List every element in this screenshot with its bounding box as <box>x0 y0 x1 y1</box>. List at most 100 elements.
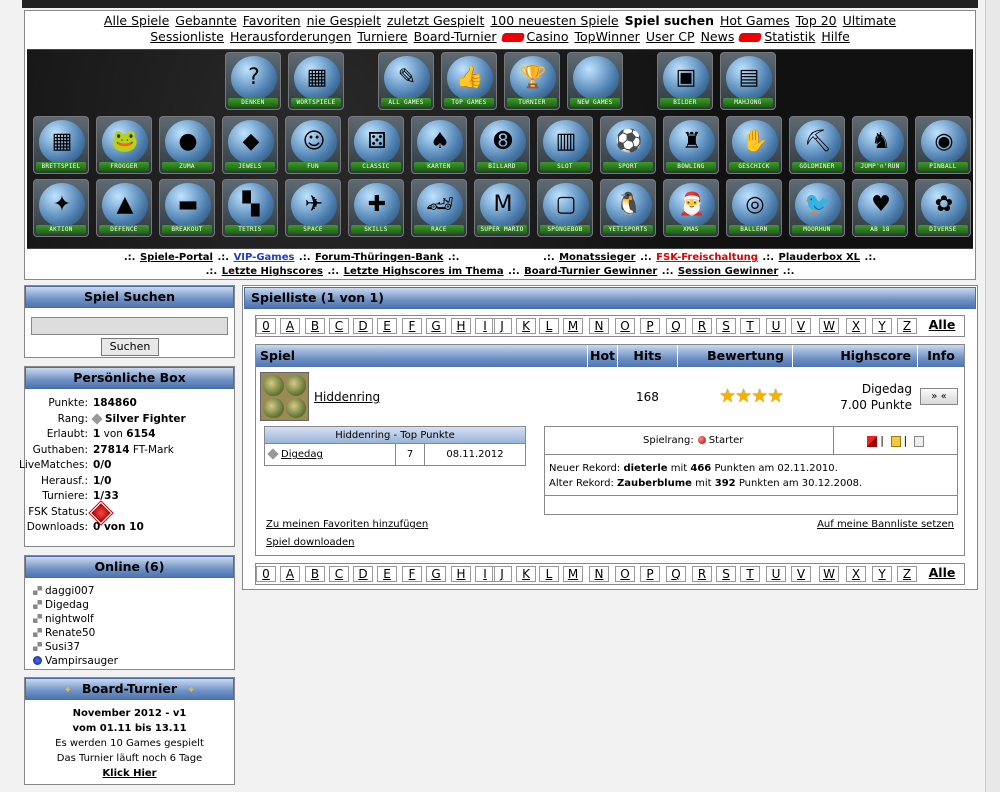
game-category-mahjong[interactable]: ▤ MAHJONG <box>720 52 776 110</box>
link-session-gewinner[interactable]: Session Gewinner <box>678 266 778 277</box>
game-category-tetris[interactable]: ▚ TETRIS <box>222 179 278 237</box>
letter-filter-w[interactable]: W <box>819 566 839 582</box>
nav-statistik[interactable]: Statistik <box>764 29 815 44</box>
letter-filter-q[interactable]: Q <box>666 318 686 334</box>
letter-filter-g[interactable]: G <box>426 318 446 334</box>
game-name-link[interactable]: Hiddenring <box>314 390 380 404</box>
letter-filter-a[interactable]: A <box>280 566 300 582</box>
letter-filter-u[interactable]: U <box>766 566 786 582</box>
online-user[interactable]: nightwolf <box>33 612 94 626</box>
game-category-space[interactable]: ✈ SPACE <box>285 179 341 237</box>
letter-filter-s[interactable]: S <box>716 318 736 334</box>
nav-hot-games[interactable]: Hot Games <box>720 13 790 28</box>
letter-filter-y[interactable]: Y <box>872 566 892 582</box>
letter-filter-d[interactable]: D <box>353 318 373 334</box>
link-fsk-freischaltung[interactable]: FSK-Freischaltung <box>656 252 758 263</box>
letter-filter-o[interactable]: O <box>615 566 635 582</box>
link-monatssieger[interactable]: Monatssieger <box>559 252 635 263</box>
online-user[interactable]: Renate50 <box>33 626 95 640</box>
page-icon[interactable] <box>913 435 924 447</box>
game-category-super-mario[interactable]: M SUPER MARIO <box>474 179 530 237</box>
search-button[interactable]: Suchen <box>101 338 159 356</box>
letter-filter-f[interactable]: F <box>402 318 422 334</box>
game-category-bowling[interactable]: ♜ BOWLING <box>663 116 719 174</box>
letter-filter-e[interactable]: E <box>377 566 397 582</box>
game-category-breakout[interactable]: ▬ BREAKOUT <box>159 179 215 237</box>
letter-filter-p[interactable]: P <box>640 318 660 334</box>
letter-filter-x[interactable]: X <box>846 566 866 582</box>
game-category-race[interactable]: 🏎 RACE <box>411 179 467 237</box>
letter-filter-r[interactable]: R <box>692 566 712 582</box>
game-category-slot[interactable]: ▥ SLOT <box>537 116 593 174</box>
game-category-brettspiel[interactable]: ▦ BRETTSPIEL <box>33 116 89 174</box>
letter-filter-b[interactable]: B <box>305 318 325 334</box>
letter-filter-b[interactable]: B <box>305 566 325 582</box>
game-category-diverse[interactable]: ✿ DIVERSE <box>915 179 971 237</box>
letter-filter-o[interactable]: O <box>615 318 635 334</box>
nav-topwinner[interactable]: TopWinner <box>575 29 640 44</box>
letter-filter-u[interactable]: U <box>766 318 786 334</box>
online-user[interactable]: daggi007 <box>33 584 94 598</box>
link-letzte-highscores[interactable]: Letzte Highscores <box>222 266 323 277</box>
game-category-denken[interactable]: ? DENKEN <box>225 52 281 110</box>
game-category-turnier[interactable]: 🏆 TURNIER <box>504 52 560 110</box>
game-category-top-games[interactable]: 👍 TOP GAMES <box>441 52 497 110</box>
game-category-geschick[interactable]: ✋ GESCHICK <box>726 116 782 174</box>
link-letzte-highscores-thema[interactable]: Letzte Highscores im Thema <box>344 266 504 277</box>
game-category-jewels[interactable]: ◆ JEWELS <box>222 116 278 174</box>
board-turnier-link[interactable]: Klick Hier <box>102 768 156 779</box>
link-forum[interactable]: Forum-Thüringen-Bank <box>315 252 443 263</box>
letter-filter-alle[interactable]: Alle <box>924 566 960 582</box>
info-button[interactable]: » « <box>920 388 958 405</box>
nav-casino[interactable]: Casino <box>527 29 569 44</box>
game-category-ab-18[interactable]: ♥ AB 18 <box>852 179 908 237</box>
letter-filter-z[interactable]: Z <box>897 566 917 582</box>
letter-filter-t[interactable]: T <box>740 566 760 582</box>
online-user[interactable]: Digedag <box>33 598 89 612</box>
note-icon[interactable] <box>890 435 901 447</box>
letter-filter-m[interactable]: M <box>563 566 583 582</box>
nav-ultimate[interactable]: Ultimate <box>843 13 896 28</box>
flag-icon[interactable] <box>867 435 878 447</box>
letter-filter-c[interactable]: C <box>329 566 349 582</box>
letter-filter-p[interactable]: P <box>640 566 660 582</box>
game-thumbnail[interactable] <box>260 372 309 421</box>
letter-filter-v[interactable]: V <box>791 318 811 334</box>
link-plauderbox[interactable]: Plauderbox XL <box>778 252 860 263</box>
letter-filter-h[interactable]: H <box>451 566 471 582</box>
letter-filter-h[interactable]: H <box>451 318 471 334</box>
link-spiele-portal[interactable]: Spiele-Portal <box>140 252 213 263</box>
letter-filter-0[interactable]: 0 <box>256 318 276 334</box>
game-category-new-games[interactable]: NEW GAMES <box>567 52 623 110</box>
top-points-player[interactable]: Digedag <box>281 449 323 460</box>
letter-filter-n[interactable]: N <box>589 566 609 582</box>
game-category-classic[interactable]: ⚄ CLASSIC <box>348 116 404 174</box>
letter-filter-j[interactable]: J <box>492 566 512 582</box>
link-vip-games[interactable]: VIP-Games <box>234 252 295 263</box>
nav-nie-gespielt[interactable]: nie Gespielt <box>307 13 381 28</box>
letter-filter-j[interactable]: J <box>492 318 512 334</box>
game-category-karten[interactable]: ♠ KARTEN <box>411 116 467 174</box>
game-category-xmas[interactable]: 🎅 XMAS <box>663 179 719 237</box>
letter-filter-t[interactable]: T <box>740 318 760 334</box>
nav-gebannte[interactable]: Gebannte <box>175 13 236 28</box>
add-favorite-link[interactable]: Zu meinen Favoriten hinzufügen <box>266 519 428 530</box>
game-category-moorhun[interactable]: 🐦 MOORHUN <box>789 179 845 237</box>
letter-filter-k[interactable]: K <box>516 566 536 582</box>
nav-news[interactable]: News <box>701 29 735 44</box>
nav-spiel-suchen[interactable]: Spiel suchen <box>625 13 714 28</box>
letter-filter-y[interactable]: Y <box>872 318 892 334</box>
letter-filter-s[interactable]: S <box>716 566 736 582</box>
nav-top-20[interactable]: Top 20 <box>796 13 837 28</box>
letter-filter-alle[interactable]: Alle <box>924 318 960 334</box>
game-category-yetisports[interactable]: 🐧 YETISPORTS <box>600 179 656 237</box>
letter-filter-k[interactable]: K <box>516 318 536 334</box>
nav-favoriten[interactable]: Favoriten <box>243 13 301 28</box>
nav-hilfe[interactable]: Hilfe <box>821 29 849 44</box>
letter-filter-0[interactable]: 0 <box>256 566 276 582</box>
letter-filter-a[interactable]: A <box>280 318 300 334</box>
game-category-bilder[interactable]: ▣ BILDER <box>657 52 713 110</box>
letter-filter-g[interactable]: G <box>426 566 446 582</box>
letter-filter-x[interactable]: X <box>846 318 866 334</box>
nav-herausforderungen[interactable]: Herausforderungen <box>230 29 351 44</box>
